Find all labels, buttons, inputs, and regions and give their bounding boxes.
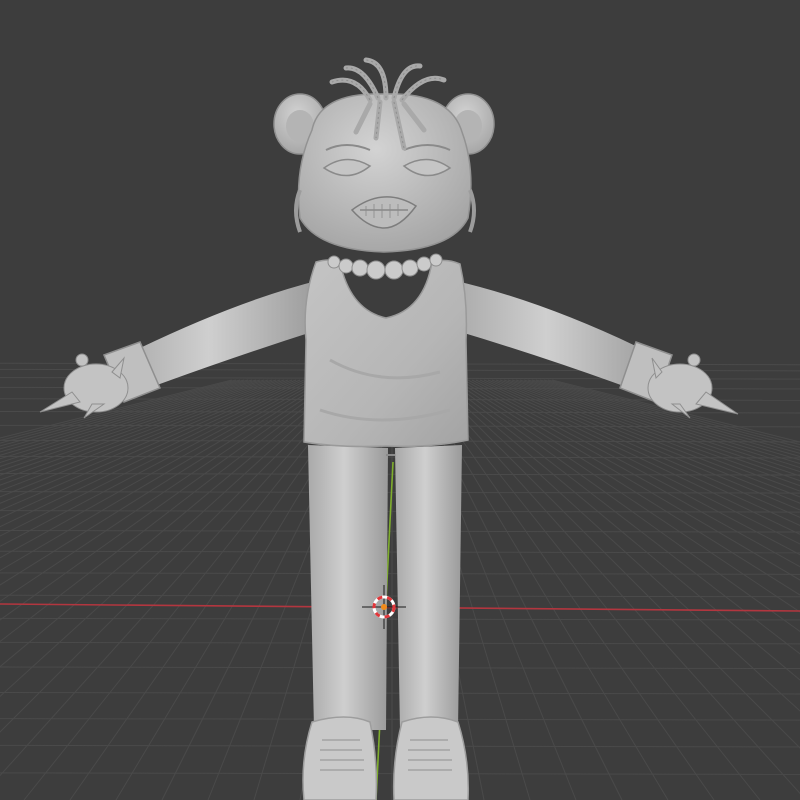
grid-line-vertical: [535, 379, 800, 454]
3d-viewport[interactable]: [0, 0, 800, 800]
grid-line-vertical: [507, 379, 800, 482]
grid-line-vertical: [0, 379, 237, 442]
grid-line-vertical: [467, 379, 800, 556]
right-shoe: [392, 716, 470, 800]
grid-line-vertical: [443, 379, 800, 655]
character-model[interactable]: [39, 57, 739, 800]
grid-line-vertical: [0, 379, 241, 444]
grid-line-vertical: [0, 379, 253, 453]
grid-line-vertical: [0, 379, 321, 559]
grid-line-vertical: [0, 379, 265, 464]
grid-line-vertical: [0, 379, 261, 460]
grid-line-vertical: [447, 379, 800, 633]
grid-line-vertical: [511, 379, 800, 477]
grid-line-vertical: [439, 379, 800, 681]
grid-line-vertical: [527, 379, 800, 461]
grid-line-vertical: [0, 379, 325, 572]
origin-dot: [381, 604, 387, 610]
head: [273, 57, 495, 253]
grid-line-vertical: [431, 379, 800, 749]
viewport-scene[interactable]: [0, 0, 800, 800]
grid-line-vertical: [451, 379, 800, 613]
grid-line-vertical: [423, 379, 761, 800]
grid-line-vertical: [515, 379, 800, 473]
grid-line-vertical: [531, 379, 800, 458]
right-leg: [395, 445, 462, 730]
left-leg: [308, 445, 388, 730]
grid-line-vertical: [503, 379, 800, 487]
grid-line-vertical: [427, 379, 800, 795]
grid-line-vertical: [0, 379, 297, 504]
grid-line-vertical: [523, 379, 800, 465]
left-shoe: [302, 716, 378, 800]
bead-necklace: [327, 253, 443, 280]
grid-line-vertical: [0, 379, 301, 511]
